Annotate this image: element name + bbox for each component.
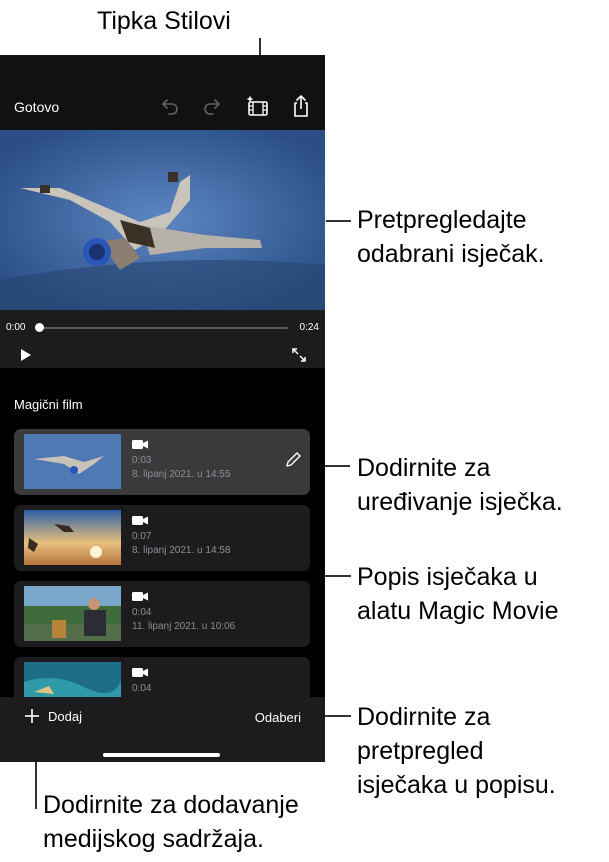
add-callout-line1: Dodirnite za dodavanje <box>43 791 299 819</box>
clip-thumbnail <box>24 586 121 641</box>
video-camera-icon <box>132 589 148 607</box>
clip-row[interactable]: 0:03 8. lipanj 2021. u 14:55 <box>14 429 310 495</box>
preview-callout-line <box>326 220 351 222</box>
undo-icon[interactable] <box>155 91 185 121</box>
current-time: 0:00 <box>6 322 26 333</box>
video-camera-icon <box>132 665 148 683</box>
skydiver-image <box>0 130 325 310</box>
select-button[interactable]: Odaberi <box>255 710 301 725</box>
clip-date: 8. lipanj 2021. u 14:55 <box>132 469 231 480</box>
edit-callout-line1: Dodirnite za <box>357 454 491 482</box>
share-icon[interactable] <box>286 91 316 121</box>
add-media-button[interactable]: Dodaj <box>24 708 82 724</box>
redo-icon[interactable] <box>197 91 227 121</box>
preview-callout-line1: Pretpregledajte <box>357 206 527 234</box>
list-callout-line2: alatu Magic Movie <box>357 597 559 625</box>
edit-callout-line2: uređivanje isječka. <box>357 488 563 516</box>
clip-date: 11. lipanj 2021. u 10:06 <box>132 621 236 632</box>
styles-button-callout: Tipka Stilovi <box>97 7 231 35</box>
clip-duration: 0:04 <box>132 607 152 618</box>
video-camera-icon <box>132 513 148 531</box>
play-icon[interactable] <box>20 348 32 367</box>
scrubber-handle[interactable] <box>35 323 44 332</box>
video-camera-icon <box>132 437 148 455</box>
player-controls: 0:00 0:24 <box>0 310 325 368</box>
bottom-toolbar: Dodaj Odaberi <box>0 697 325 762</box>
select-callout-line2: pretpregled <box>357 737 484 765</box>
plus-icon <box>25 709 39 723</box>
clip-duration: 0:04 <box>132 683 152 694</box>
clip-thumbnail <box>24 510 121 565</box>
fullscreen-icon[interactable] <box>291 347 307 368</box>
add-callout-line2: medijskog sadržaja. <box>43 825 264 853</box>
clip-row[interactable]: 0:07 8. lipanj 2021. u 14:58 <box>14 505 310 571</box>
list-title: Magični film <box>14 397 83 412</box>
clip-row[interactable]: 0:04 11. lipanj 2021. u 10:06 <box>14 581 310 647</box>
top-toolbar: Gotovo <box>0 55 325 130</box>
select-callout-line3: isječaka u popisu. <box>357 771 556 799</box>
clip-thumbnail <box>24 434 121 489</box>
home-indicator[interactable] <box>103 753 220 757</box>
edit-pencil-icon[interactable] <box>284 451 302 474</box>
clip-duration: 0:03 <box>132 455 152 466</box>
select-callout-line1: Dodirnite za <box>357 703 491 731</box>
list-callout-line1: Popis isječaka u <box>357 563 538 591</box>
scrubber-track[interactable] <box>38 327 288 329</box>
clip-date: 8. lipanj 2021. u 14:58 <box>132 545 231 556</box>
styles-icon[interactable] <box>243 91 273 121</box>
done-button[interactable]: Gotovo <box>14 99 59 115</box>
add-label: Dodaj <box>48 708 82 724</box>
preview-callout-line2: odabrani isječak. <box>357 240 545 268</box>
video-preview: 0:00 0:24 <box>0 130 325 368</box>
clip-duration: 0:07 <box>132 531 152 542</box>
total-time: 0:24 <box>299 322 319 333</box>
phone-screen: Gotovo 0:00 0:24 Magični film 0:03 8. li… <box>0 55 325 762</box>
